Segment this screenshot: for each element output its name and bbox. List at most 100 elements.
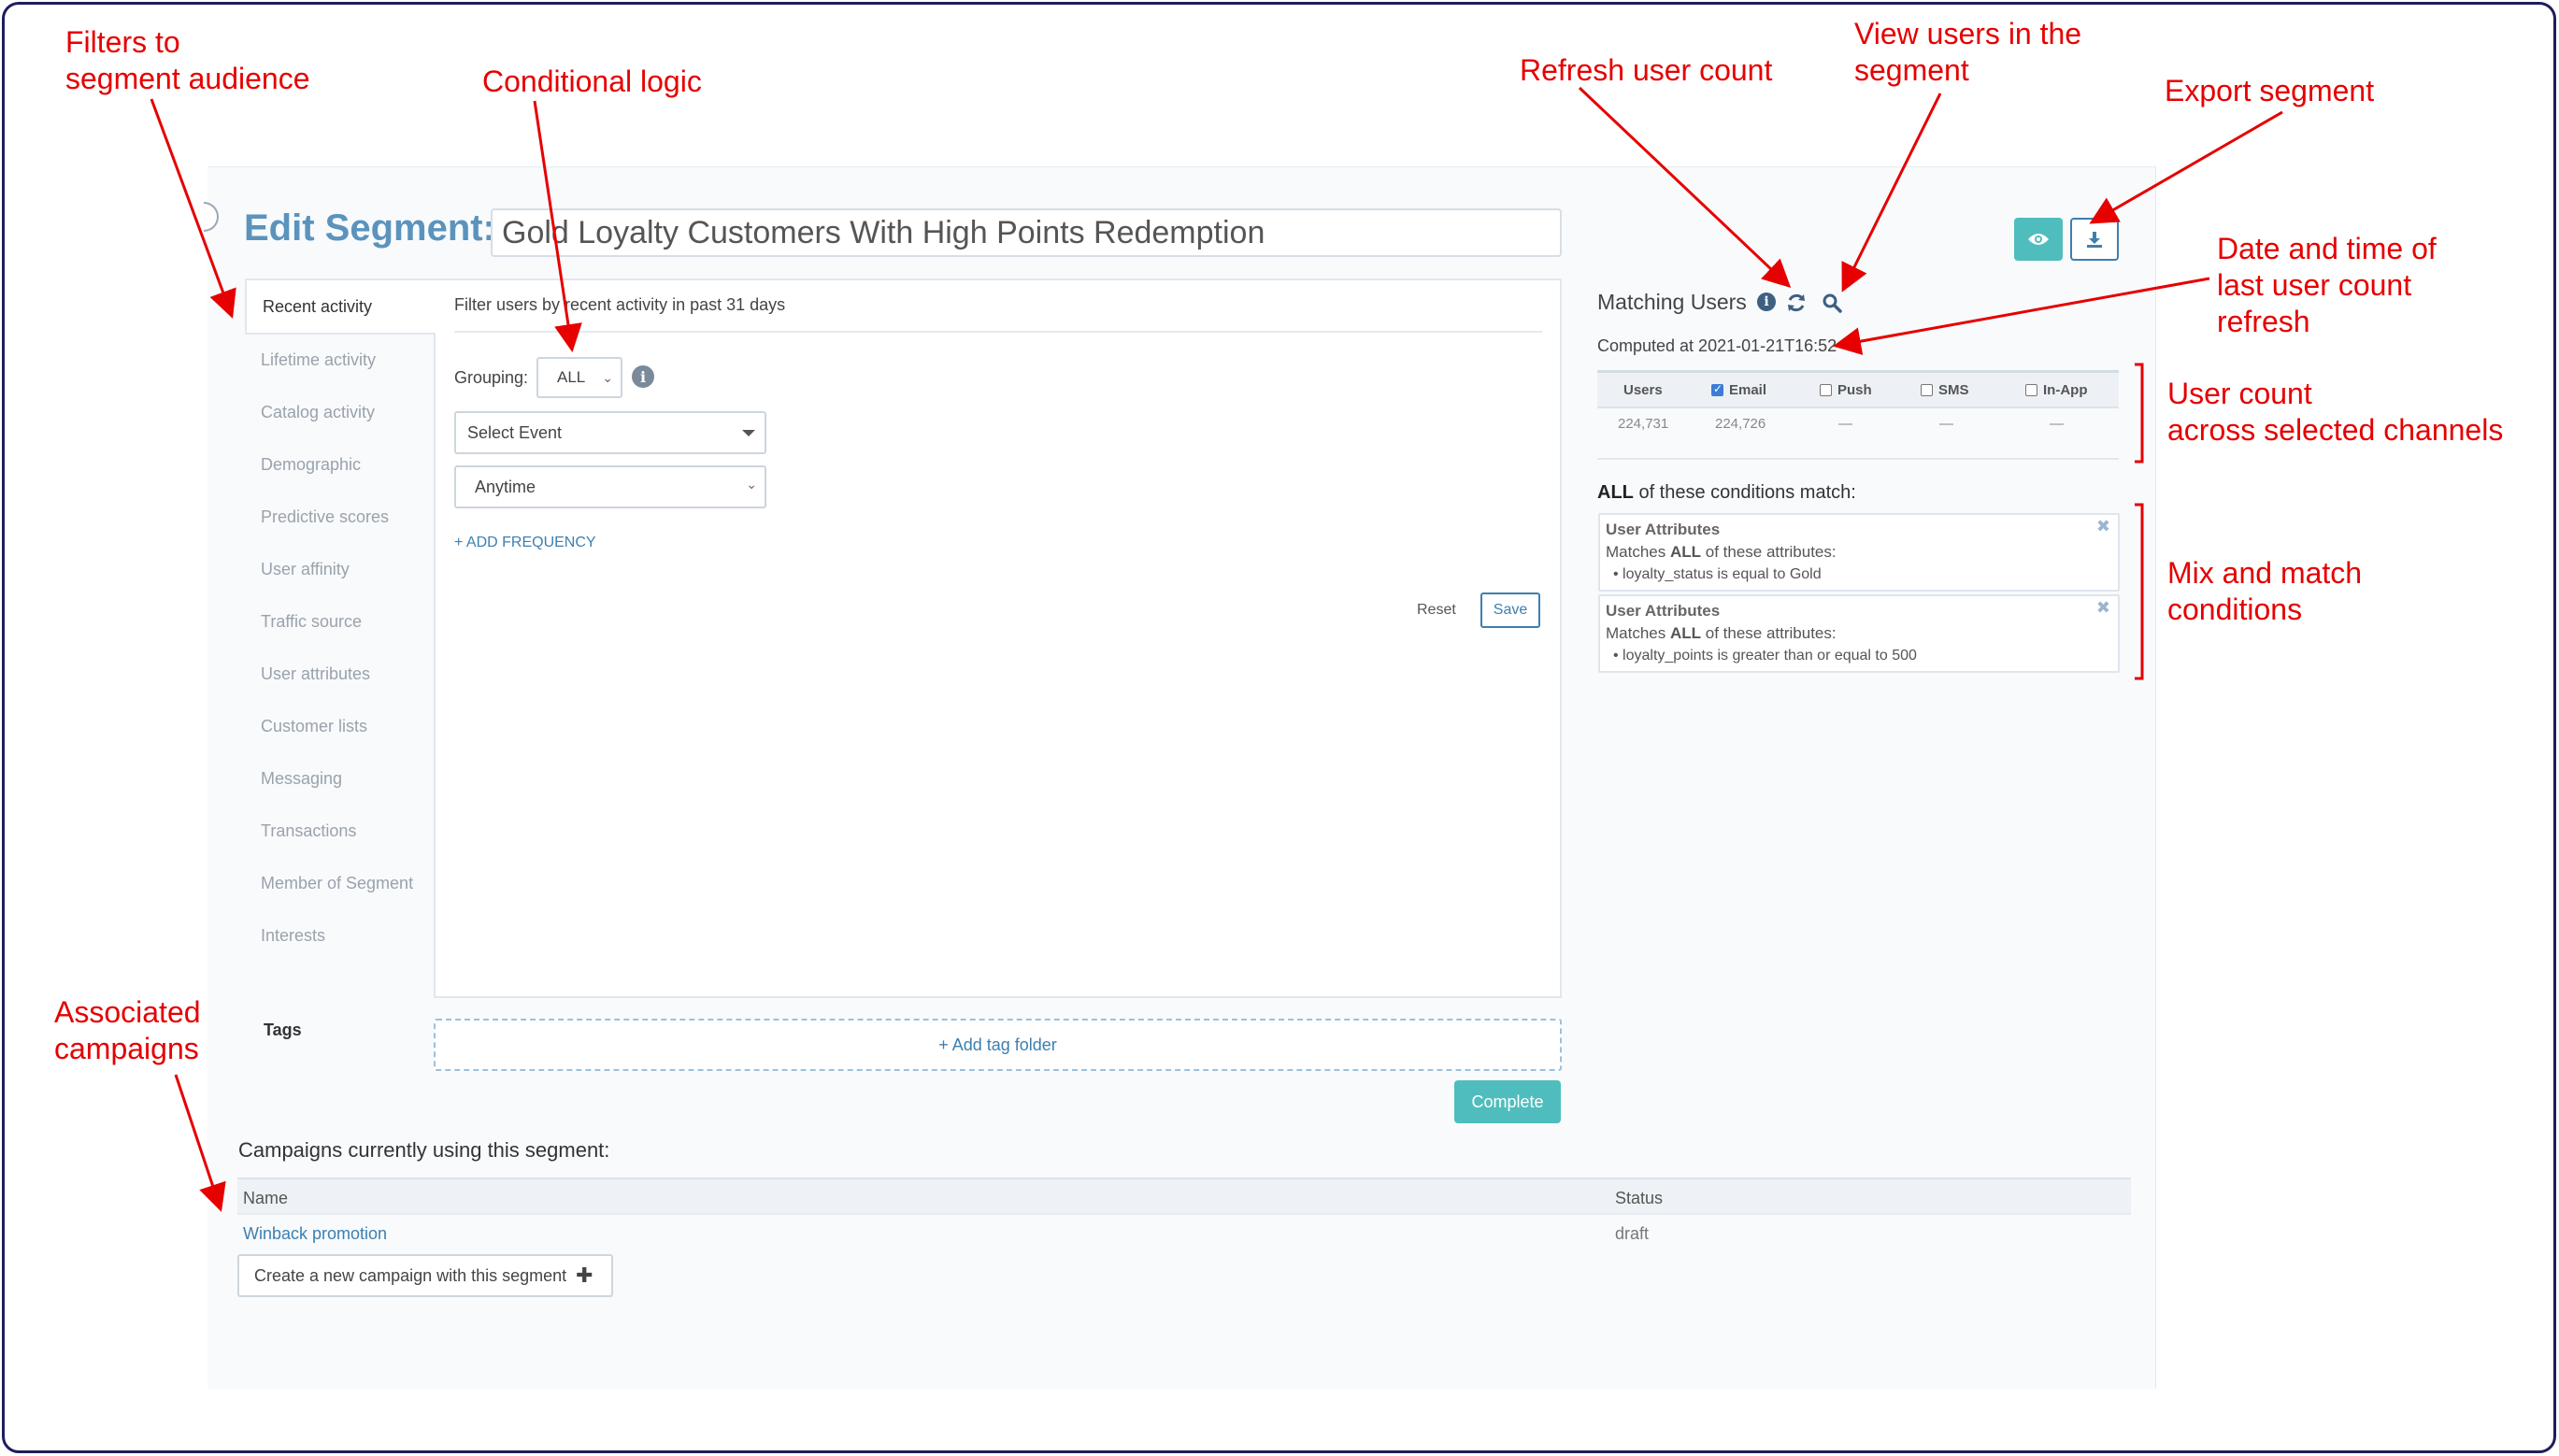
grouping-label: Grouping: [454, 368, 529, 387]
nav-lifetime-activity[interactable]: Lifetime activity [245, 333, 436, 387]
count-email: 224,726 [1715, 416, 1766, 432]
condition-rule: • loyalty_status is equal to Gold [1613, 566, 1822, 582]
nav-predictive-scores[interactable]: Predictive scores [245, 490, 436, 544]
column-name: Name [243, 1189, 289, 1207]
in-app-checkbox[interactable] [2025, 384, 2037, 396]
condition-match: Matches ALL of these attributes: [1606, 622, 2112, 645]
header-in-app[interactable]: In-App [2025, 382, 2087, 398]
email-checkbox[interactable] [1711, 382, 1723, 396]
annotation-campaigns: Associated campaigns [54, 995, 201, 1065]
nav-interests[interactable]: Interests [245, 908, 436, 963]
match-post: of these attributes: [1701, 543, 1837, 561]
header-push[interactable]: Push [1820, 382, 1872, 398]
table-header: Users Email Push SMS In-App [1597, 373, 2119, 408]
save-button[interactable]: Save [1480, 592, 1540, 628]
condition-match: Matches ALL of these attributes: [1606, 541, 2112, 564]
close-icon[interactable]: ✖ [2096, 517, 2110, 536]
conditions-heading: ALL of these conditions match: [1597, 482, 1856, 504]
header-email-label: Email [1729, 382, 1767, 398]
time-range-dropdown[interactable]: Anytime ⌄ [454, 465, 766, 508]
filter-panel-heading: Filter users by recent activity in past … [454, 295, 786, 314]
nav-transactions[interactable]: Transactions [245, 804, 436, 858]
campaigns-table: Name Status Winback promotion draft [237, 1178, 2131, 1252]
page-title: Edit Segment: [244, 207, 495, 249]
count-users: 224,731 [1618, 416, 1669, 432]
export-segment-button[interactable] [2070, 218, 2119, 261]
count-push: — [1838, 416, 1852, 432]
table-header: Name Status [237, 1178, 2131, 1215]
nav-catalog-activity[interactable]: Catalog activity [245, 385, 436, 439]
chevron-down-icon: ⌄ [746, 477, 757, 492]
close-icon[interactable]: ✖ [2096, 598, 2110, 618]
header-sms[interactable]: SMS [1921, 382, 1969, 398]
match-logic: ALL [1669, 543, 1702, 561]
reset-button[interactable]: Reset [1417, 602, 1456, 619]
segment-name-input[interactable] [491, 208, 1562, 257]
header-in-app-label: In-App [2043, 382, 2088, 398]
annotation-filters: Filters to segment audience [65, 25, 310, 95]
download-icon [2087, 232, 2102, 248]
filter-panel: Filter users by recent activity in past … [434, 278, 1562, 998]
divider [454, 331, 1542, 333]
match-post: of these attributes: [1701, 624, 1837, 642]
create-campaign-button[interactable]: Create a new campaign with this segment … [237, 1254, 613, 1297]
time-range-value: Anytime [475, 477, 536, 496]
nav-demographic[interactable]: Demographic [245, 437, 436, 492]
tags-label: Tags [264, 1021, 302, 1039]
matching-users-table: Users Email Push SMS In-App 224,731 224,… [1597, 370, 2119, 460]
nav-traffic-source[interactable]: Traffic source [245, 594, 436, 649]
nav-user-attributes[interactable]: User attributes [245, 647, 436, 701]
push-checkbox[interactable] [1820, 384, 1832, 396]
complete-button[interactable]: Complete [1454, 1080, 1561, 1123]
annotation-conditional-logic: Conditional logic [482, 64, 702, 98]
header-users-label: Users [1623, 382, 1663, 398]
match-pre: Matches [1606, 624, 1670, 642]
condition-title: User Attributes [1606, 602, 1721, 620]
search-icon[interactable] [1821, 292, 1843, 314]
add-tag-folder-button[interactable]: + Add tag folder [434, 1019, 1562, 1071]
annotation-mix-match: Mix and match conditions [2167, 556, 2363, 626]
condition-title: User Attributes [1606, 521, 1721, 538]
select-event-dropdown[interactable]: Select Event [454, 411, 766, 454]
condition-rule: • loyalty_points is greater than or equa… [1613, 648, 1917, 664]
refresh-icon[interactable] [1785, 292, 1808, 314]
nav-messaging[interactable]: Messaging [245, 751, 436, 806]
sms-checkbox[interactable] [1921, 384, 1933, 396]
campaign-status: draft [1615, 1224, 1650, 1243]
nav-recent-activity[interactable]: Recent activity [245, 278, 436, 335]
header-sms-label: SMS [1938, 382, 1969, 398]
annotation-refresh: Refresh user count [1520, 53, 1773, 87]
match-logic: ALL [1669, 624, 1702, 642]
nav-member-of-segment[interactable]: Member of Segment [245, 856, 436, 910]
condition-card[interactable]: User Attributes Matches ALL of these att… [1598, 594, 2120, 673]
count-sms: — [1939, 416, 1953, 432]
campaign-link[interactable]: Winback promotion [243, 1224, 387, 1244]
info-icon[interactable]: i [632, 365, 654, 388]
eye-icon [2028, 234, 2049, 245]
table-row: Winback promotion draft [237, 1215, 2131, 1252]
conditions-logic: ALL [1597, 482, 1634, 503]
column-status: Status [1615, 1189, 1664, 1207]
select-event-value: Select Event [467, 422, 563, 442]
info-icon[interactable]: i [1757, 293, 1776, 311]
campaigns-title: Campaigns currently using this segment: [238, 1138, 610, 1162]
annotation-date-time: Date and time of last user count refresh [2217, 232, 2437, 338]
matching-users-title: Matching Users [1597, 290, 1747, 314]
conditions-heading-text: of these conditions match: [1633, 482, 1856, 503]
chevron-down-icon: ⌄ [602, 370, 613, 385]
preview-button[interactable] [2014, 218, 2063, 261]
create-campaign-label: Create a new campaign with this segment [254, 1265, 567, 1285]
annotation-export: Export segment [2165, 74, 2375, 107]
header-push-label: Push [1837, 382, 1872, 398]
nav-customer-lists[interactable]: Customer lists [245, 699, 436, 753]
grouping-select[interactable]: ALL ⌄ [536, 357, 622, 398]
annotation-view-users: View users in the segment [1854, 17, 2082, 87]
add-frequency-link[interactable]: + ADD FREQUENCY [454, 535, 596, 551]
condition-card[interactable]: User Attributes Matches ALL of these att… [1598, 513, 2120, 592]
nav-user-affinity[interactable]: User affinity [245, 542, 436, 596]
annotation-user-count: User count across selected channels [2167, 377, 2504, 447]
count-in-app: — [2050, 416, 2064, 432]
caret-down-icon [742, 430, 755, 436]
header-email[interactable]: Email [1711, 382, 1766, 398]
computed-timestamp: Computed at 2021-01-21T16:52 [1597, 336, 1837, 355]
